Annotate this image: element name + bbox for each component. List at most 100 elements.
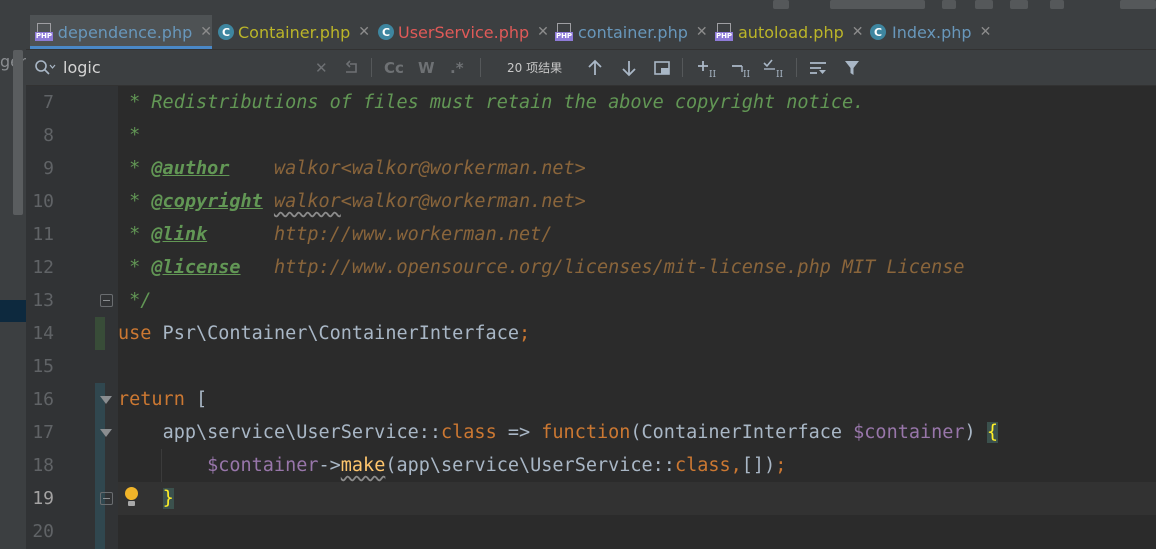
line-number: 12 <box>32 257 54 278</box>
tab-dependence-php[interactable]: PHP dependence.php ✕ <box>30 15 212 49</box>
tab-index-php[interactable]: C Index.php ✕ <box>864 15 992 49</box>
tab-label: Container.php <box>238 22 351 42</box>
array-literal: [] <box>741 455 765 476</box>
code-line-9: * @author walkor<walkor@workerman.net> <box>118 152 586 185</box>
close-icon[interactable]: ✕ <box>200 24 212 40</box>
find-bar: ✕ Cc W .* 20 项结果 II II II <box>26 50 1156 86</box>
fold-toggle-icon[interactable] <box>100 396 112 404</box>
tab-autoload-php[interactable]: PHP autoload.php ✕ <box>710 15 864 49</box>
select-all-occurrences-icon[interactable]: II <box>762 50 786 85</box>
line-number: 8 <box>43 125 54 146</box>
close-icon[interactable]: ✕ <box>537 24 549 40</box>
code-line-10: * @copyright walkor<walkor@workerman.net… <box>118 185 586 218</box>
line-number: 17 <box>32 422 54 443</box>
project-panel-edge: ger <box>0 15 27 549</box>
code-line-19: } <box>118 482 174 515</box>
svg-text:II: II <box>776 70 784 78</box>
filter-search-results-icon[interactable] <box>808 50 828 85</box>
tab-userservice-php[interactable]: C UserService.php ✕ <box>374 15 549 49</box>
panel-selected-row[interactable] <box>0 300 26 322</box>
fold-end-icon[interactable] <box>100 294 113 307</box>
parameter-list: (ContainerInterface <box>630 422 854 443</box>
close-icon[interactable]: ✕ <box>696 24 708 40</box>
match-case-button[interactable]: Cc <box>384 50 404 85</box>
paren: ) <box>964 422 987 443</box>
line-number: 7 <box>43 92 54 113</box>
search-icon[interactable] <box>34 50 56 85</box>
fold-end-icon[interactable] <box>100 492 113 505</box>
search-history-icon[interactable] <box>342 50 360 85</box>
close-icon[interactable]: ✕ <box>852 24 864 40</box>
code-line-17: app\service\UserService::class => functi… <box>118 416 998 449</box>
doc-comment: */ <box>118 290 152 311</box>
svg-text:II: II <box>743 70 751 78</box>
doc-comment <box>263 191 274 212</box>
code-editor[interactable]: 7 8 9 10 11 12 13 14 15 16 17 18 19 20 *… <box>26 86 1156 549</box>
class-icon: C <box>868 22 888 42</box>
tab-label: Index.php <box>892 22 972 42</box>
remove-occurrence-icon[interactable]: II <box>730 50 752 85</box>
toolbar-fragment <box>1010 0 1028 9</box>
code-line-13: */ <box>118 284 151 317</box>
matched-brace: } <box>162 488 174 509</box>
vcs-modified-marker[interactable] <box>95 383 105 549</box>
toolbar-separator <box>480 58 481 77</box>
code-area[interactable]: * Redistributions of files must retain t… <box>118 86 1156 549</box>
toolbar-fragment <box>1050 0 1064 9</box>
toolbar-fragment <box>975 0 993 9</box>
add-occurrence-icon[interactable]: II <box>696 50 718 85</box>
regex-button[interactable]: .* <box>450 50 464 85</box>
doc-value: <walkor@workerman.net> <box>340 191 586 212</box>
doc-tag: @copyright <box>151 191 263 212</box>
code-line-14: use Psr\Container\ContainerInterface; <box>118 317 530 350</box>
clear-search-icon[interactable]: ✕ <box>315 50 328 85</box>
class-reference: app\service\UserService:: <box>162 422 442 443</box>
line-number: 9 <box>43 158 54 179</box>
method-call: make <box>340 455 386 476</box>
code-line-7: * Redistributions of files must retain t… <box>118 86 864 119</box>
variable: $container <box>853 422 965 443</box>
php-file-icon: PHP <box>714 22 734 42</box>
semicolon: ; <box>518 323 531 344</box>
class-icon: C <box>218 22 234 42</box>
open-in-window-icon[interactable] <box>653 50 671 85</box>
keyword: return <box>118 389 185 410</box>
toolbar-separator <box>371 58 372 77</box>
next-occurrence-icon[interactable] <box>620 50 638 85</box>
tab-container-php-lower[interactable]: PHP container.php ✕ <box>550 15 709 49</box>
variable: $container <box>207 455 319 476</box>
panel-scrollbar[interactable] <box>13 50 23 215</box>
previous-occurrence-icon[interactable] <box>586 50 604 85</box>
close-icon[interactable]: ✕ <box>358 24 370 40</box>
code-line-16: return [ <box>118 383 207 416</box>
tab-container-php[interactable]: C Container.php ✕ <box>214 15 370 49</box>
fold-toggle-icon[interactable] <box>100 429 112 437</box>
vcs-added-marker[interactable] <box>95 317 105 350</box>
doc-comment <box>229 158 274 179</box>
close-icon[interactable]: ✕ <box>980 24 992 40</box>
doc-comment: * <box>118 257 152 278</box>
doc-tag: @author <box>151 158 230 179</box>
search-input[interactable] <box>63 58 303 77</box>
php-file-icon: PHP <box>34 22 54 42</box>
semicolon: ; <box>775 455 787 476</box>
run-config-fragment <box>830 0 925 9</box>
window-top-strip <box>0 0 1156 15</box>
filter-icon[interactable] <box>843 50 861 85</box>
doc-comment: * <box>118 125 141 146</box>
doc-comment: * <box>118 158 152 179</box>
class-icon: C <box>378 22 394 42</box>
tab-label: UserService.php <box>398 22 530 42</box>
line-number: 15 <box>32 356 54 377</box>
tab-label: dependence.php <box>57 22 193 42</box>
doc-tag: @link <box>151 224 208 245</box>
bracket: [ <box>184 389 208 410</box>
doc-value: walkor <box>273 158 341 179</box>
words-button[interactable]: W <box>418 50 435 85</box>
code-line-8: * <box>118 119 140 152</box>
tab-label: autoload.php <box>738 22 844 42</box>
toolbar-fragment <box>942 0 956 9</box>
keyword: use <box>118 323 152 344</box>
toolbar-fragment <box>773 0 789 9</box>
search-results-count: 20 项结果 <box>507 61 563 75</box>
